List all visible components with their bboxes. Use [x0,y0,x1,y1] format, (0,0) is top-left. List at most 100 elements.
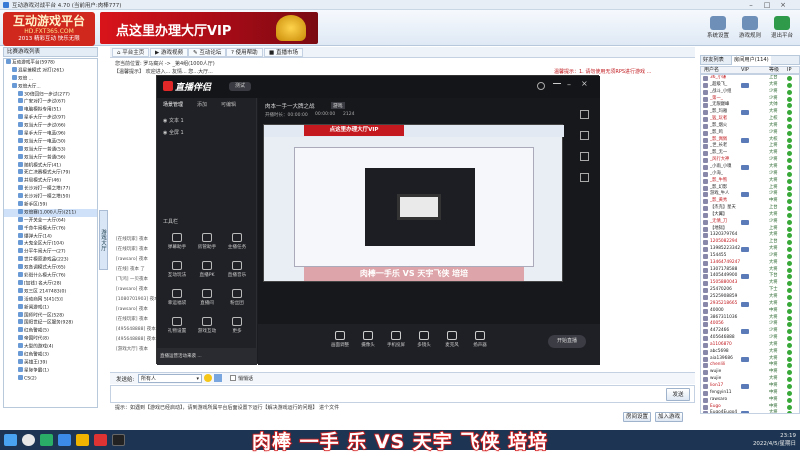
user-row[interactable]: rawsaro 中将 [701,397,799,404]
tree-item[interactable]: 星手大厅一电蓝(96) [4,130,97,138]
user-row[interactable]: _影_烟火 大将 [701,123,799,130]
user-row[interactable]: 13464749247 大将 [701,260,799,267]
message-input[interactable]: 发送 [110,385,695,403]
send-button[interactable]: 发送 [666,388,690,401]
tree-item[interactable]: 新闻游戏(1) [4,303,97,312]
multi-camera-button[interactable]: 多镜头 [412,331,436,361]
go-live-button[interactable]: 开始直播 [548,335,586,348]
user-row[interactable]: _影_黄秀 中将 [701,198,799,205]
tree-item[interactable]: 双倍大厅... [4,82,97,91]
tool-button[interactable]: 粉丝团 [225,288,249,312]
phone-cast-button[interactable]: 手机投屏 [384,331,408,361]
user-row[interactable]: 154455 少将 [701,253,799,260]
user-row[interactable]: 36_小谦 上台 [701,75,799,82]
user-row[interactable]: 2525908859 大将 [701,294,799,301]
stream-preview[interactable]: 点这里办理大厅VIP 肉棒一手乐 VS 天宇飞侠 培培 [263,124,564,282]
tree-item[interactable]: 双当大厅一普通(56) [4,153,97,162]
tool-button[interactable]: 礼物设置 [165,316,189,340]
room-settings-button[interactable]: 房间设置 [623,412,651,422]
tree-item[interactable]: 双倍赛(1,000人厅)(211) [4,208,97,217]
tab-add[interactable]: 添加 [197,101,207,110]
tree-item[interactable]: 双倍 ... [4,74,97,83]
tree-item[interactable]: 并局模式大厅(46) [4,177,97,185]
tree-item[interactable]: 新手区(59) [4,201,97,209]
mirror-icon[interactable] [579,152,589,161]
tool-button[interactable]: 直播PK [195,260,219,284]
user-row[interactable]: _猛_玩者 上校 [701,116,799,123]
user-row[interactable]: 2935218665 大将 [701,301,799,308]
stream-note[interactable]: 直播运营活动来袭 ... [157,348,257,365]
tree-item[interactable]: 电脑模拟专用(51) [4,106,97,114]
send-target-select[interactable]: 所有人 ▾ [138,374,202,383]
tree-item[interactable]: 双各调模式大厅(65) [4,264,97,272]
user-row[interactable]: 40000 中将 [701,308,799,315]
system-settings-button[interactable]: 系统设置 [702,14,734,44]
tab-editable[interactable]: 可编辑 [221,101,236,110]
tool-button[interactable]: 直播间 [195,288,219,312]
tree-item[interactable]: 双当大厅一电蓝(50) [4,137,97,146]
whisper-checkbox[interactable] [230,375,236,381]
emoji-icon[interactable] [204,374,212,382]
side-tab-lobby[interactable]: 游戏大厅 [99,210,108,270]
user-row[interactable]: _小海_ 少将 [701,171,799,178]
user-row[interactable]: wujie 大将 [701,376,799,383]
tool-button[interactable]: 幸运福袋 [165,288,189,312]
close-icon[interactable]: × [776,0,790,10]
game-rules-button[interactable]: 游戏规则 [734,14,766,44]
tree-item[interactable]: 星际争霸(1) [4,366,97,375]
tab-forum[interactable]: ✎ 互动论坛 [188,48,227,57]
user-row[interactable]: abc5698 大将 [701,349,799,356]
user-row[interactable]: _无情_刀 少将 [701,219,799,226]
tool-button[interactable]: 主播任务 [225,232,249,256]
tree-item[interactable]: 千命牛闹模大厅(76) [4,224,97,233]
tab-home[interactable]: ⌂ 平台主页 [112,48,150,57]
tree-item[interactable]: 随机模式大厅(41) [4,161,97,170]
col-vip[interactable]: VIP [741,67,749,74]
tool-button[interactable]: 互动玩法 [165,260,189,284]
tree-item[interactable]: 活动商网 5[41(5)] [4,295,97,304]
tree-item[interactable]: 双三区 2147483(0) [4,287,97,296]
tree-item[interactable]: 英雄王(39) [4,358,97,367]
tree-item[interactable]: 红色警戒(3) [4,350,97,359]
user-row[interactable]: 【大翼】 大将 [701,212,799,219]
screen-adjust-button[interactable]: 画面调整 [328,331,352,361]
user-row[interactable]: 13985223342 大将 [701,246,799,253]
tree-item[interactable]: 双当大厅一普通(53) [4,145,97,154]
user-row[interactable]: 25470206 下士 [701,287,799,294]
layout-icon[interactable] [579,131,589,140]
user-row[interactable]: _影_牛熊 大将 [701,178,799,185]
tool-button[interactable]: 游戏互动 [195,316,219,340]
rotate-icon[interactable] [579,173,589,182]
scene-item[interactable]: ◉ 全屏 1 [163,128,184,138]
col-ip[interactable]: IP [787,67,792,74]
image-icon[interactable] [214,374,222,382]
user-row[interactable]: Eugo4Eugo4 大将 [701,410,799,413]
tree-item[interactable]: 死亡决赛模式大厅(79) [4,169,97,177]
tree-item[interactable]: 国阳世纪一区服务(928) [4,319,97,327]
maximize-icon[interactable]: □ [760,0,774,10]
tree-item[interactable]: 红色警戒(5) [4,327,97,335]
tree-item[interactable]: 国师时代一区(528) [4,311,97,320]
user-row[interactable]: _风行大神 少将 [701,157,799,164]
tree-item[interactable]: 30倍回归一步过(277) [4,90,97,99]
scene-item[interactable]: ◉ 文本 1 [163,116,184,126]
tab-market[interactable]: ■ 直播市场 [264,48,303,57]
menu-icon[interactable] [553,83,561,84]
tree-item[interactable]: 分平牛闹大厅一(27) [4,248,97,256]
user-row[interactable]: _战斗_小组 少将 [701,89,799,96]
join-game-button[interactable]: 加入游戏 [655,412,683,422]
tree-item[interactable]: 帝国时代(8) [4,335,97,343]
tree-item[interactable]: 大鬼全区大厅(104) [4,240,97,248]
tree-item[interactable]: 星手大厅一步过(97) [4,114,97,122]
user-row[interactable]: lion17 中将 [701,383,799,390]
tab-scene-manage[interactable]: 场景管理 [163,101,183,110]
tab-friends[interactable]: 好友列表 [701,56,726,65]
tree-item[interactable]: 大型的游戏(4) [4,343,97,351]
minimize-icon[interactable]: – [567,80,571,89]
microphone-button[interactable]: 麦克风 [440,331,464,361]
user-row[interactable]: _影_鸣 少将 [701,130,799,137]
tree-item[interactable]: 世片模原游戏品(223) [4,256,97,264]
tree-item[interactable]: 爆弹大厅(14) [4,232,97,241]
tree-item[interactable]: CS(2) [4,374,97,383]
tool-button[interactable]: 房管助手 [195,232,219,256]
